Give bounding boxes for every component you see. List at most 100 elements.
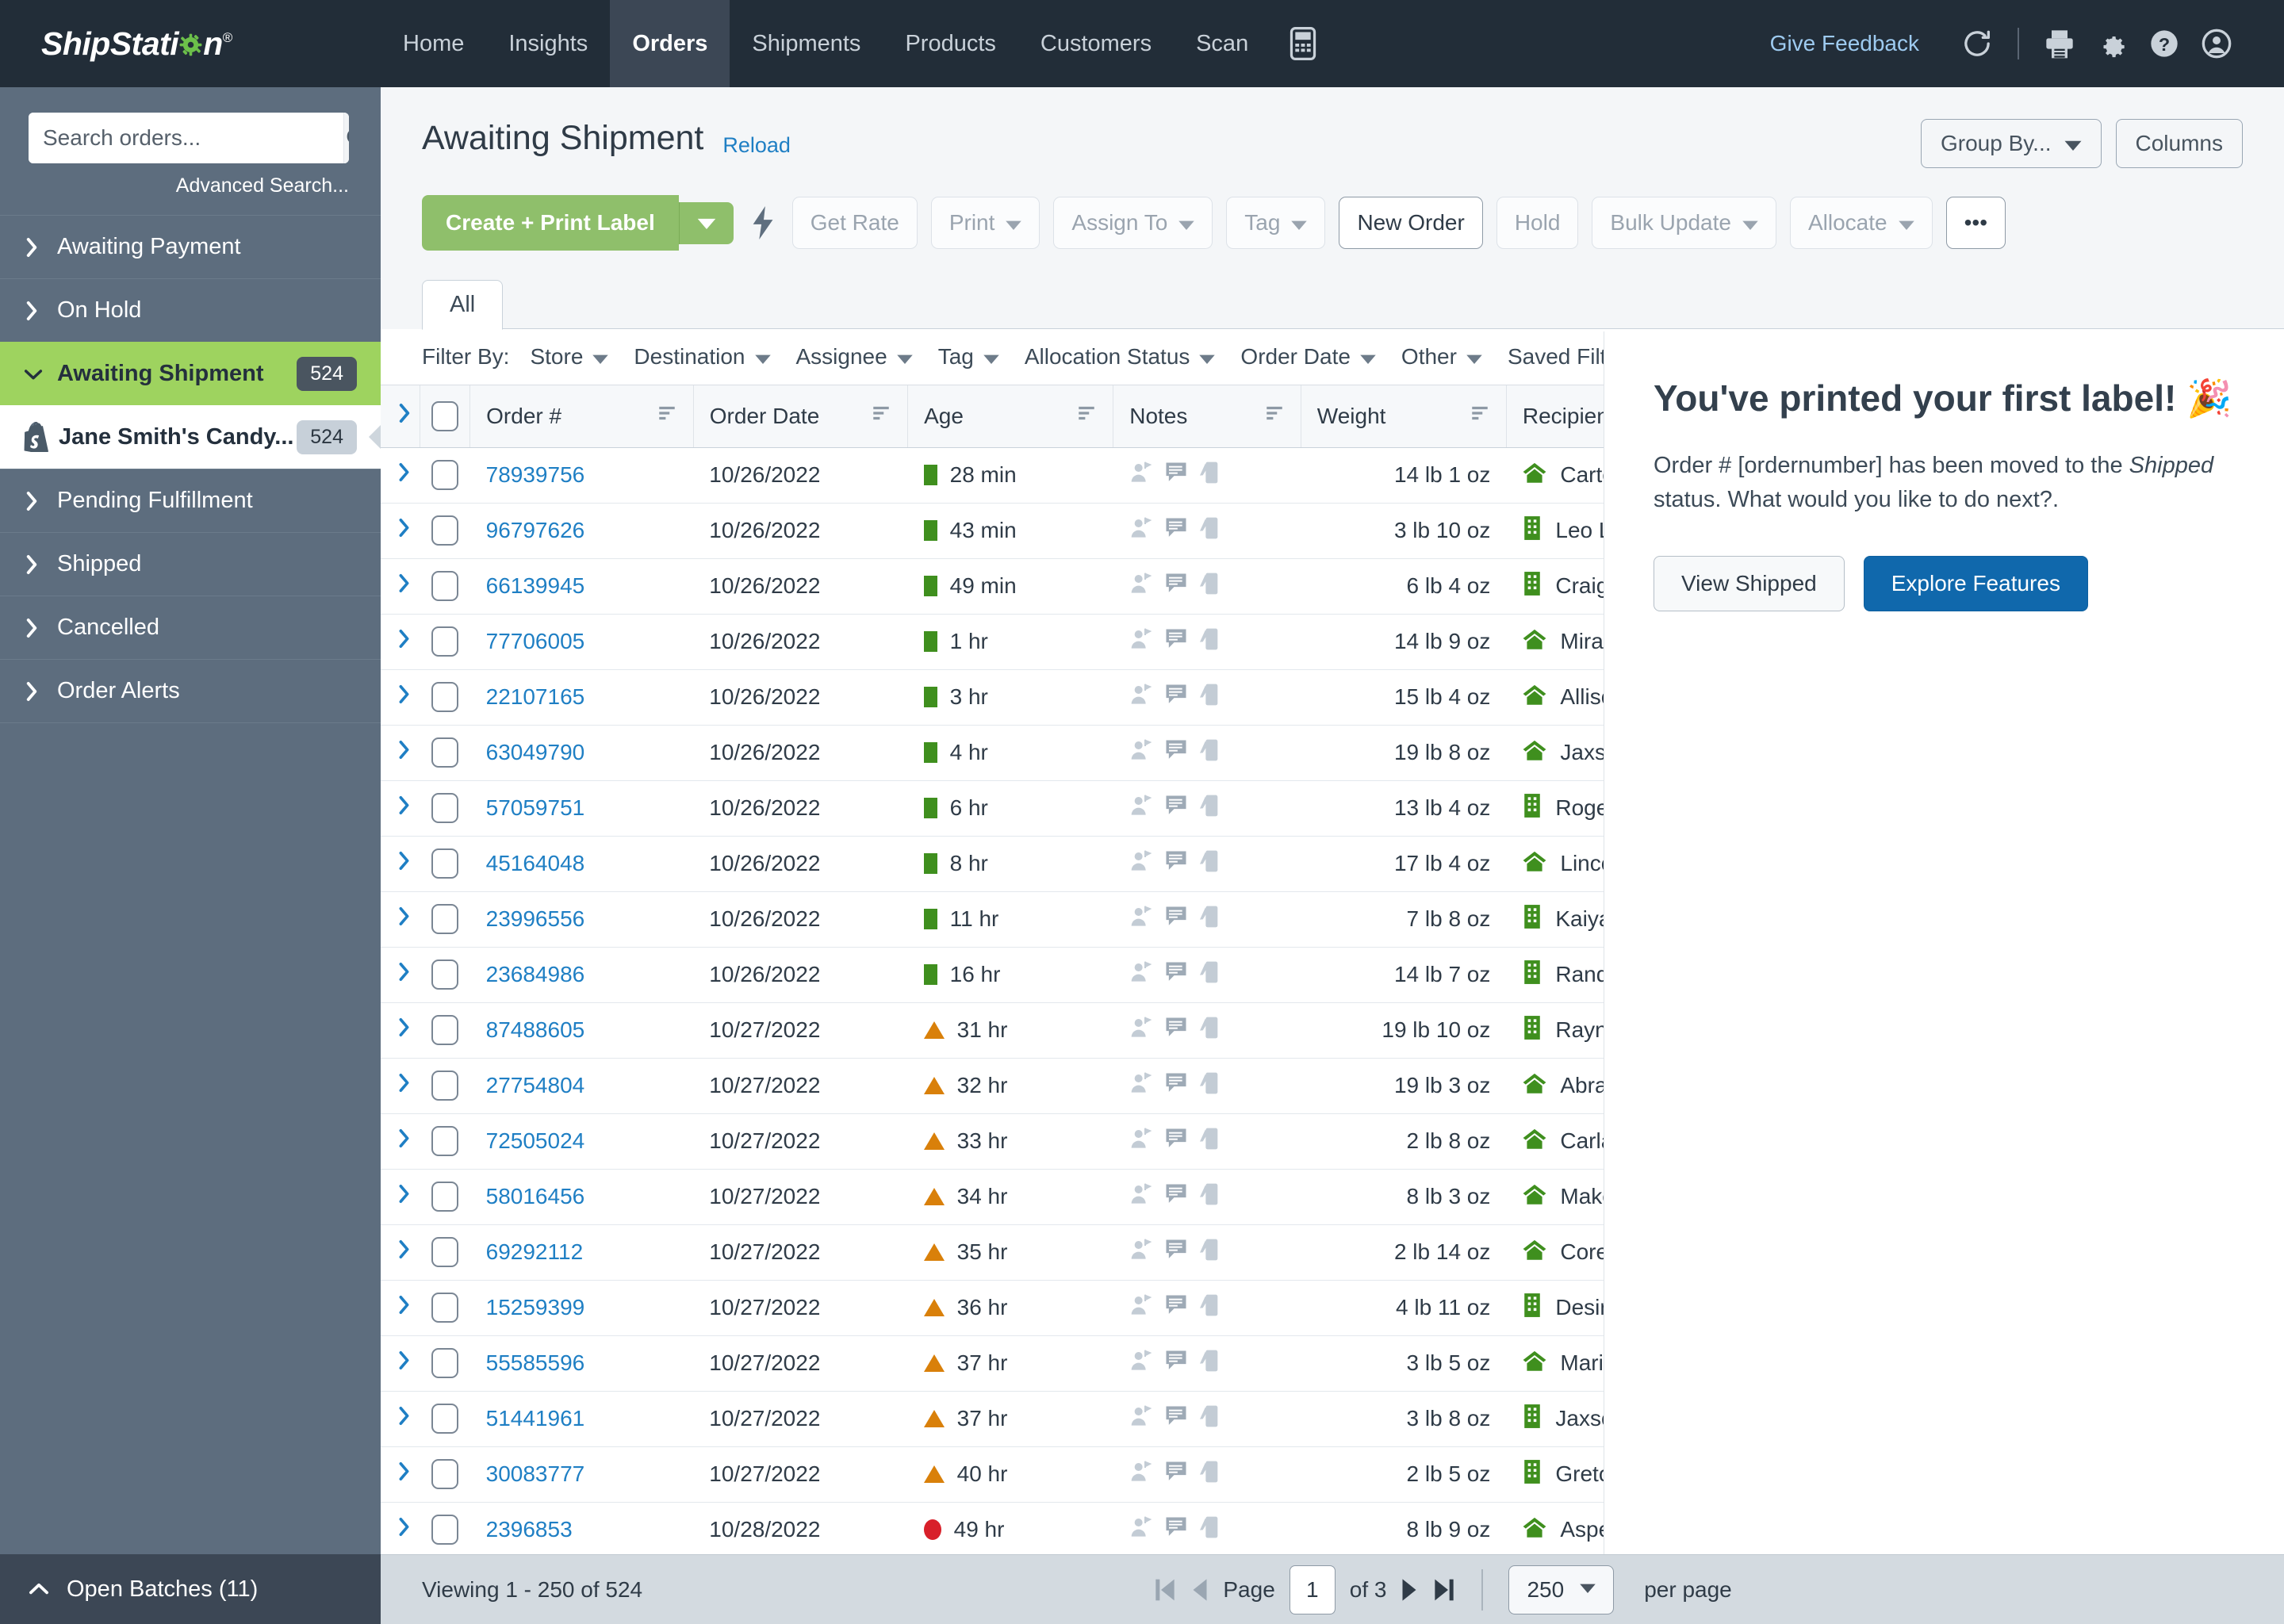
row-select-cell[interactable] [420,447,470,503]
edit-note-icon[interactable] [1199,1127,1223,1156]
cell-order-number[interactable]: 22107165 [470,669,694,725]
more-actions-button[interactable]: ••• [1946,197,2006,249]
row-checkbox[interactable] [431,959,458,990]
internal-note-icon[interactable] [1164,738,1188,768]
nav-item-orders[interactable]: Orders [610,0,730,87]
internal-note-icon[interactable] [1164,572,1188,601]
customer-note-icon[interactable] [1129,516,1153,546]
edit-note-icon[interactable] [1199,960,1223,990]
edit-note-icon[interactable] [1199,1016,1223,1045]
filter-other[interactable]: Other [1401,344,1482,370]
row-select-cell[interactable] [420,1169,470,1224]
order-number-link[interactable]: 45164048 [486,851,585,875]
order-number-link[interactable]: 27754804 [486,1073,585,1097]
order-number-link[interactable]: 72505024 [486,1128,585,1153]
cell-order-number[interactable]: 23996556 [470,891,694,947]
row-select-cell[interactable] [420,614,470,669]
customer-note-icon[interactable] [1129,1127,1153,1156]
explore-features-button[interactable]: Explore Features [1864,556,2088,611]
row-select-cell[interactable] [420,725,470,780]
row-expand-button[interactable] [381,1391,420,1446]
row-checkbox[interactable] [431,515,458,546]
filter-order-date[interactable]: Order Date [1240,344,1376,370]
row-expand-button[interactable] [381,558,420,614]
customer-note-icon[interactable] [1129,1460,1153,1489]
row-select-cell[interactable] [420,836,470,891]
cell-order-number[interactable]: 27754804 [470,1058,694,1113]
row-checkbox[interactable] [431,626,458,657]
edit-note-icon[interactable] [1199,683,1223,712]
internal-note-icon[interactable] [1164,849,1188,879]
row-checkbox[interactable] [431,793,458,823]
internal-note-icon[interactable] [1164,1071,1188,1101]
customer-note-icon[interactable] [1129,1404,1153,1434]
order-number-link[interactable]: 22107165 [486,684,585,709]
internal-note-icon[interactable] [1164,516,1188,546]
row-checkbox[interactable] [431,1015,458,1045]
order-number-link[interactable]: 69292112 [486,1239,584,1264]
edit-note-icon[interactable] [1199,1293,1223,1323]
internal-note-icon[interactable] [1164,1127,1188,1156]
customer-note-icon[interactable] [1129,1349,1153,1378]
edit-note-icon[interactable] [1199,794,1223,823]
internal-note-icon[interactable] [1164,794,1188,823]
cell-order-number[interactable]: 72505024 [470,1113,694,1169]
customer-note-icon[interactable] [1129,572,1153,601]
row-expand-button[interactable] [381,1335,420,1391]
cell-order-number[interactable]: 15259399 [470,1280,694,1335]
group-by-button[interactable]: Group By... [1921,119,2102,168]
cell-order-number[interactable]: 58016456 [470,1169,694,1224]
row-expand-button[interactable] [381,1502,420,1554]
assign-to-button[interactable]: Assign To [1053,197,1213,249]
edit-note-icon[interactable] [1199,1404,1223,1434]
cell-order-number[interactable]: 78939756 [470,447,694,503]
row-expand-button[interactable] [381,669,420,725]
row-select-cell[interactable] [420,1058,470,1113]
nav-item-home[interactable]: Home [381,0,486,87]
internal-note-icon[interactable] [1164,1515,1188,1545]
row-checkbox[interactable] [431,1459,458,1489]
customer-note-icon[interactable] [1129,1238,1153,1267]
sort-filter-icon[interactable] [1264,403,1285,429]
help-icon[interactable]: ? [2138,17,2190,70]
open-batches-button[interactable]: Open Batches (11) [0,1554,381,1624]
filter-allocation-status[interactable]: Allocation Status [1025,344,1216,370]
column-header-notes[interactable]: Notes [1113,385,1301,447]
edit-note-icon[interactable] [1199,1071,1223,1101]
advanced-search-link[interactable]: Advanced Search... [0,163,381,215]
row-expand-button[interactable] [381,1446,420,1502]
row-expand-button[interactable] [381,1113,420,1169]
sidebar-item-shipped[interactable]: Shipped [0,532,381,596]
row-checkbox[interactable] [431,848,458,879]
tag-button[interactable]: Tag [1226,197,1325,249]
lightning-bolt-icon[interactable] [753,206,775,239]
row-select-cell[interactable] [420,1502,470,1554]
row-checkbox[interactable] [431,1404,458,1434]
row-expand-button[interactable] [381,1058,420,1113]
give-feedback-link[interactable]: Give Feedback [1770,31,1919,56]
order-number-link[interactable]: 23684986 [486,962,585,986]
internal-note-icon[interactable] [1164,905,1188,934]
search-box[interactable] [29,113,349,163]
nav-item-shipments[interactable]: Shipments [730,0,883,87]
edit-note-icon[interactable] [1199,1349,1223,1378]
edit-note-icon[interactable] [1199,516,1223,546]
cell-order-number[interactable]: 55585596 [470,1335,694,1391]
column-header-weight[interactable]: Weight [1301,385,1506,447]
order-number-link[interactable]: 15259399 [486,1295,585,1320]
edit-note-icon[interactable] [1199,1460,1223,1489]
order-number-link[interactable]: 57059751 [486,795,585,820]
new-order-button[interactable]: New Order [1339,197,1482,249]
row-checkbox[interactable] [431,1515,458,1545]
cell-order-number[interactable]: 66139945 [470,558,694,614]
order-number-link[interactable]: 23996556 [486,906,585,931]
sidebar-item-pending-fulfillment[interactable]: Pending Fulfillment [0,469,381,532]
edit-note-icon[interactable] [1199,572,1223,601]
cell-order-number[interactable]: 30083777 [470,1446,694,1502]
order-number-link[interactable]: 30083777 [486,1461,585,1486]
internal-note-icon[interactable] [1164,461,1188,490]
print-button[interactable]: Print [931,197,1040,249]
customer-note-icon[interactable] [1129,627,1153,657]
internal-note-icon[interactable] [1164,1238,1188,1267]
columns-button[interactable]: Columns [2116,119,2243,168]
